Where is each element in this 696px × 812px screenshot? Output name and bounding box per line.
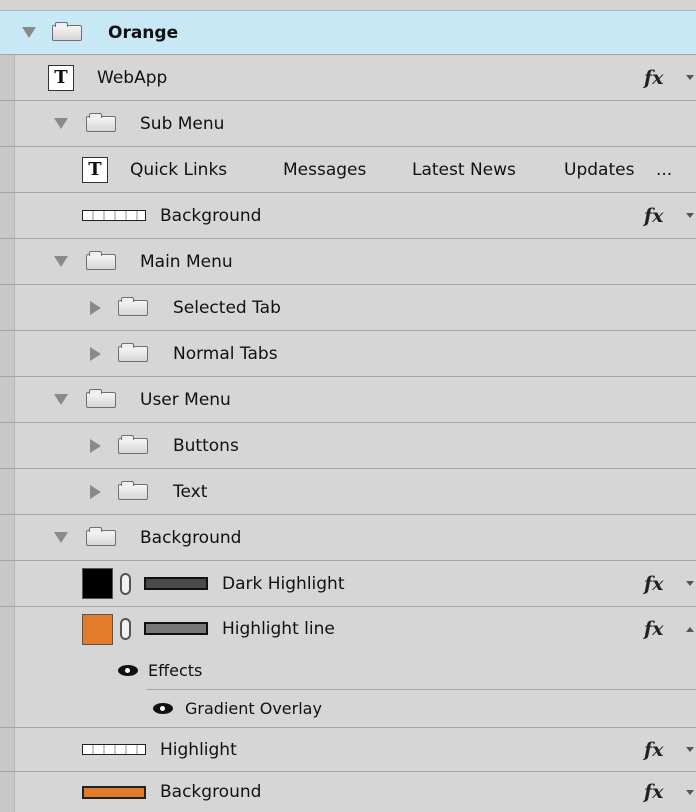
layer-label-part: Messages	[283, 159, 367, 180]
layer-label: Main Menu	[140, 251, 233, 272]
layer-label: Highlight	[160, 739, 237, 760]
expand-triangle-icon[interactable]	[54, 239, 68, 284]
layer-group-orange[interactable]: Orange	[0, 10, 696, 55]
folder-icon	[118, 331, 148, 376]
indent-gutter	[0, 469, 15, 514]
layer-label: Normal Tabs	[173, 343, 278, 364]
expand-effects-arrow-icon[interactable]	[686, 55, 694, 100]
folder-icon	[86, 515, 116, 560]
layer-mask-thumbnail-icon	[144, 561, 208, 606]
folder-icon	[52, 11, 82, 54]
link-chain-icon[interactable]	[120, 618, 131, 640]
expand-triangle-icon[interactable]	[22, 11, 36, 54]
layer-group-normal-tabs[interactable]: Normal Tabs	[0, 331, 696, 377]
indent-gutter	[0, 147, 15, 192]
folder-icon	[118, 423, 148, 468]
indent-gutter	[0, 55, 15, 100]
expand-triangle-icon[interactable]	[54, 377, 68, 422]
layer-label: Text	[173, 481, 208, 502]
layer-webapp[interactable]: T WebApp fx	[0, 55, 696, 101]
indent-gutter	[0, 423, 15, 468]
layer-highlight[interactable]: Highlight fx	[0, 728, 696, 772]
text-layer-icon: T	[48, 55, 74, 100]
folder-icon	[86, 101, 116, 146]
layer-label: Dark Highlight	[222, 573, 345, 594]
layer-group-background[interactable]: Background	[0, 515, 696, 561]
layer-group-main-menu[interactable]: Main Menu	[0, 239, 696, 285]
folder-icon	[118, 285, 148, 330]
indent-gutter	[0, 285, 15, 330]
layer-label-part: Quick Links	[130, 159, 228, 180]
layer-label-part: Updates	[564, 159, 635, 180]
layer-thumbnail-icon	[82, 728, 146, 771]
layer-label: Background	[160, 782, 262, 802]
layer-group-selected-tab[interactable]: Selected Tab	[0, 285, 696, 331]
indent-gutter	[0, 101, 15, 146]
indent-gutter	[0, 728, 15, 771]
fx-icon[interactable]: fx	[644, 607, 664, 651]
indent-gutter	[0, 607, 15, 727]
layer-group-buttons[interactable]: Buttons	[0, 423, 696, 469]
layer-label: Background	[140, 527, 242, 548]
fx-icon[interactable]: fx	[644, 193, 664, 238]
layer-label: Highlight line	[222, 619, 335, 639]
expand-effects-arrow-icon[interactable]	[686, 728, 694, 771]
layer-background[interactable]: Background fx	[0, 772, 696, 812]
layer-label: User Menu	[140, 389, 231, 410]
layer-label: WebApp	[97, 67, 168, 88]
fx-icon[interactable]: fx	[644, 55, 664, 100]
layer-thumbnail-icon	[82, 193, 146, 238]
indent-gutter	[0, 515, 15, 560]
collapse-triangle-icon[interactable]	[90, 469, 101, 514]
folder-icon	[86, 239, 116, 284]
layer-sub-menu-background[interactable]: Background fx	[0, 193, 696, 239]
text-layer-icon: T	[82, 147, 108, 192]
collapse-triangle-icon[interactable]	[90, 331, 101, 376]
indent-gutter	[0, 193, 15, 238]
fx-icon[interactable]: fx	[644, 772, 664, 812]
layer-label: Selected Tab	[173, 297, 281, 318]
layer-mask-thumbnail-icon	[144, 622, 208, 635]
eye-visibility-icon[interactable]	[153, 690, 173, 727]
layer-group-user-menu[interactable]: User Menu	[0, 377, 696, 423]
layer-group-sub-menu[interactable]: Sub Menu	[0, 101, 696, 147]
expand-effects-arrow-icon[interactable]	[686, 561, 694, 606]
expand-triangle-icon[interactable]	[54, 101, 68, 146]
fx-icon[interactable]: fx	[644, 728, 664, 771]
layer-label: Orange	[108, 22, 179, 43]
collapse-triangle-icon[interactable]	[90, 285, 101, 330]
gradient-overlay-label: Gradient Overlay	[185, 699, 322, 718]
folder-icon	[118, 469, 148, 514]
fx-icon[interactable]: fx	[644, 561, 664, 606]
layer-thumbnail-icon	[82, 772, 146, 812]
indent-gutter	[0, 772, 15, 812]
expand-effects-arrow-icon[interactable]	[686, 772, 694, 812]
eye-visibility-icon[interactable]	[118, 651, 138, 689]
layer-quick-links-text[interactable]: T Quick Links Messages Latest News Updat…	[0, 147, 696, 193]
layer-dark-highlight[interactable]: Dark Highlight fx	[0, 561, 696, 607]
indent-gutter	[0, 331, 15, 376]
ellipsis: ...	[656, 159, 673, 180]
collapse-effects-arrow-icon[interactable]	[686, 607, 694, 651]
expand-effects-arrow-icon[interactable]	[686, 193, 694, 238]
layer-label-part: Latest News	[412, 159, 516, 180]
layer-label: Background	[160, 205, 262, 226]
fill-color-swatch[interactable]	[82, 561, 113, 606]
expand-triangle-icon[interactable]	[54, 515, 68, 560]
link-chain-icon[interactable]	[120, 561, 131, 606]
effects-label: Effects	[148, 660, 203, 680]
indent-gutter	[0, 239, 15, 284]
layers-panel: Orange T WebApp fx Sub Menu T Quick Link…	[0, 0, 696, 812]
layer-label: Buttons	[173, 435, 239, 456]
indent-gutter	[0, 377, 15, 422]
folder-icon	[86, 377, 116, 422]
layer-label: Sub Menu	[140, 113, 225, 134]
layer-group-text[interactable]: Text	[0, 469, 696, 515]
indent-gutter	[0, 561, 15, 606]
fill-color-swatch[interactable]	[82, 614, 113, 645]
collapse-triangle-icon[interactable]	[90, 423, 101, 468]
layer-highlight-line[interactable]: Highlight line fx Effects Gradient Overl…	[0, 607, 696, 728]
